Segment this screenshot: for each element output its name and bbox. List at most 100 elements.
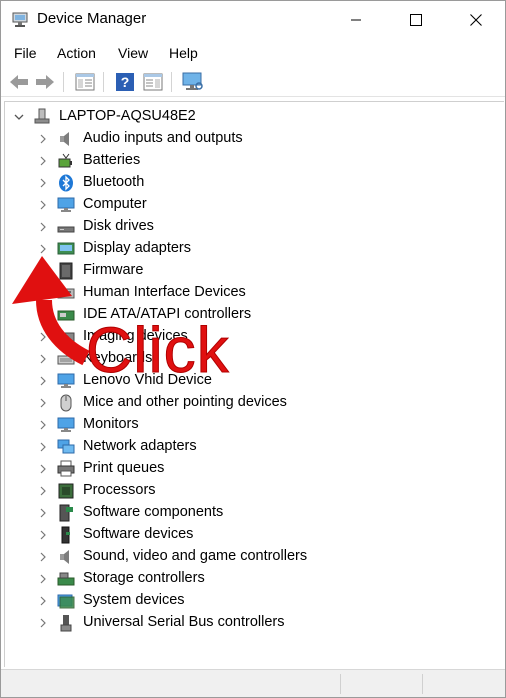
tree-category-label: Disk drives	[83, 218, 154, 234]
expand-chevron-icon[interactable]	[37, 462, 49, 474]
tree-category-row[interactable]: Bluetooth	[5, 172, 485, 194]
tree-category-label: Sound, video and game controllers	[83, 548, 308, 564]
tree-category-row[interactable]: Firmware	[5, 260, 485, 282]
tree-category-row[interactable]: Software devices	[5, 524, 485, 546]
computer-icon	[57, 196, 75, 214]
back-button[interactable]	[7, 70, 31, 94]
expand-chevron-icon[interactable]	[37, 484, 49, 496]
properties-view-button[interactable]	[141, 70, 165, 94]
tree-root-node[interactable]: LAPTOP-AQSU48E2	[5, 106, 485, 128]
monitor-icon	[57, 372, 75, 390]
expand-chevron-icon[interactable]	[37, 418, 49, 430]
help-icon: ?	[116, 73, 134, 91]
show-hide-console-tree-button[interactable]	[73, 70, 97, 94]
forward-arrow-icon	[36, 75, 54, 89]
tree-category-row[interactable]: Disk drives	[5, 216, 485, 238]
expand-chevron-icon[interactable]	[37, 550, 49, 562]
menu-view[interactable]: View	[118, 45, 148, 61]
collapse-chevron-icon[interactable]	[13, 110, 25, 122]
expand-chevron-icon[interactable]	[37, 616, 49, 628]
expand-chevron-icon[interactable]	[37, 198, 49, 210]
expand-chevron-icon[interactable]	[37, 330, 49, 342]
processor-icon	[57, 482, 75, 500]
tree-category-row[interactable]: Keyboards	[5, 348, 485, 370]
expand-chevron-icon[interactable]	[37, 242, 49, 254]
tree-category-row[interactable]: Storage controllers	[5, 568, 485, 590]
network-adapter-icon	[57, 438, 75, 456]
tree-category-label: Keyboards	[83, 350, 153, 366]
tree-category-label: Display adapters	[83, 240, 191, 256]
expand-chevron-icon[interactable]	[37, 374, 49, 386]
tree-category-label: Bluetooth	[83, 174, 145, 190]
tree-category-label: Imaging devices	[83, 328, 188, 344]
tree-category-row[interactable]: Computer	[5, 194, 485, 216]
forward-button[interactable]	[33, 70, 57, 94]
mouse-icon	[57, 394, 75, 412]
expand-chevron-icon[interactable]	[37, 594, 49, 606]
maximize-button[interactable]	[393, 1, 439, 39]
tree-category-row[interactable]: Network adapters	[5, 436, 485, 458]
tree-category-row[interactable]: Lenovo Vhid Device	[5, 370, 485, 392]
tree-category-row[interactable]: Imaging devices	[5, 326, 485, 348]
tree-root-label: LAPTOP-AQSU48E2	[59, 108, 196, 124]
tree-category-row[interactable]: Software components	[5, 502, 485, 524]
device-tree: LAPTOP-AQSU48E2 Audio inputs and outputs…	[4, 101, 504, 667]
storage-controller-icon	[57, 570, 75, 588]
tree-category-label: Computer	[83, 196, 147, 212]
expand-chevron-icon[interactable]	[37, 154, 49, 166]
scan-hardware-button[interactable]	[181, 70, 205, 94]
tree-category-label: Software devices	[83, 526, 194, 542]
expand-chevron-icon[interactable]	[37, 176, 49, 188]
expand-chevron-icon[interactable]	[37, 506, 49, 518]
menu-action[interactable]: Action	[57, 45, 96, 61]
help-button[interactable]: ?	[113, 70, 137, 94]
expand-chevron-icon[interactable]	[37, 220, 49, 232]
printer-icon	[57, 460, 75, 478]
expand-chevron-icon[interactable]	[37, 352, 49, 364]
tree-category-row[interactable]: Audio inputs and outputs	[5, 128, 485, 150]
tree-category-row[interactable]: Processors	[5, 480, 485, 502]
close-button[interactable]	[453, 1, 499, 39]
expand-chevron-icon[interactable]	[37, 396, 49, 408]
tree-category-row[interactable]: System devices	[5, 590, 485, 612]
bluetooth-icon	[57, 174, 75, 192]
tree-category-label: Network adapters	[83, 438, 197, 454]
expand-chevron-icon[interactable]	[37, 308, 49, 320]
ide-controller-icon	[57, 306, 75, 324]
expand-chevron-icon[interactable]	[37, 132, 49, 144]
keyboard-icon	[57, 350, 75, 368]
menu-file[interactable]: File	[14, 45, 37, 61]
title-bar[interactable]: Device Manager	[1, 1, 505, 39]
tree-category-row[interactable]: Mice and other pointing devices	[5, 392, 485, 414]
tree-category-row[interactable]: Print queues	[5, 458, 485, 480]
system-device-icon	[57, 592, 75, 610]
expand-chevron-icon[interactable]	[37, 572, 49, 584]
minimize-button[interactable]	[333, 1, 379, 39]
tree-category-row[interactable]: Human Interface Devices	[5, 282, 485, 304]
expand-chevron-icon[interactable]	[37, 528, 49, 540]
tree-category-row[interactable]: Batteries	[5, 150, 485, 172]
window-title: Device Manager	[37, 10, 147, 27]
tree-category-label: Software components	[83, 504, 224, 520]
tree-category-row[interactable]: Display adapters	[5, 238, 485, 260]
tree-category-row[interactable]: Sound, video and game controllers	[5, 546, 485, 568]
tree-category-row[interactable]: IDE ATA/ATAPI controllers	[5, 304, 485, 326]
device-manager-window: Device Manager File Action View Help ? L…	[0, 0, 506, 698]
tree-category-label: Audio inputs and outputs	[83, 130, 243, 146]
disk-drive-icon	[57, 218, 75, 236]
toolbar-separator	[103, 72, 104, 92]
tree-category-label: Mice and other pointing devices	[83, 394, 287, 410]
expand-chevron-icon[interactable]	[37, 440, 49, 452]
minimize-icon	[351, 19, 361, 21]
expand-chevron-icon[interactable]	[37, 264, 49, 276]
expand-chevron-icon[interactable]	[37, 286, 49, 298]
firmware-icon	[57, 262, 75, 280]
close-icon	[470, 14, 482, 26]
menu-help[interactable]: Help	[169, 45, 198, 61]
tree-category-row[interactable]: Universal Serial Bus controllers	[5, 612, 485, 634]
tree-category-row[interactable]: Monitors	[5, 414, 485, 436]
tree-category-label: Monitors	[83, 416, 139, 432]
tree-category-label: Lenovo Vhid Device	[83, 372, 212, 388]
scan-hardware-monitor-icon	[182, 72, 203, 90]
monitor-icon	[57, 416, 75, 434]
